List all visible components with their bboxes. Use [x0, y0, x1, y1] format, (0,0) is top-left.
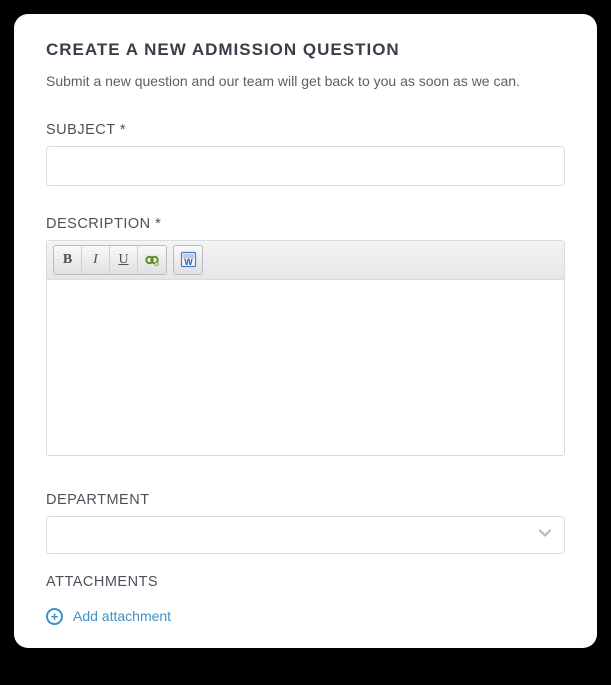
subject-input[interactable]: [46, 146, 565, 186]
subject-label: SUBJECT *: [46, 122, 565, 138]
add-attachment-button[interactable]: + Add attachment: [46, 608, 171, 625]
plus-circle-icon: +: [46, 608, 63, 625]
italic-icon[interactable]: I: [82, 246, 110, 274]
bold-icon[interactable]: B: [54, 246, 82, 274]
rich-text-editor: B I U: [46, 240, 565, 456]
department-label: DEPARTMENT: [46, 492, 565, 508]
description-label: DESCRIPTION *: [46, 216, 565, 232]
paste-word-icon[interactable]: W: [174, 246, 202, 274]
description-textarea[interactable]: [47, 280, 564, 455]
department-select[interactable]: [46, 516, 565, 554]
link-icon[interactable]: [138, 246, 166, 274]
underline-icon[interactable]: U: [110, 246, 138, 274]
editor-toolbar: B I U: [47, 241, 564, 280]
attachments-label: ATTACHMENTS: [46, 574, 565, 590]
svg-text:W: W: [184, 257, 193, 267]
page-title: CREATE A NEW ADMISSION QUESTION: [46, 40, 565, 60]
add-attachment-label: Add attachment: [73, 608, 171, 624]
intro-text: Submit a new question and our team will …: [46, 72, 565, 92]
